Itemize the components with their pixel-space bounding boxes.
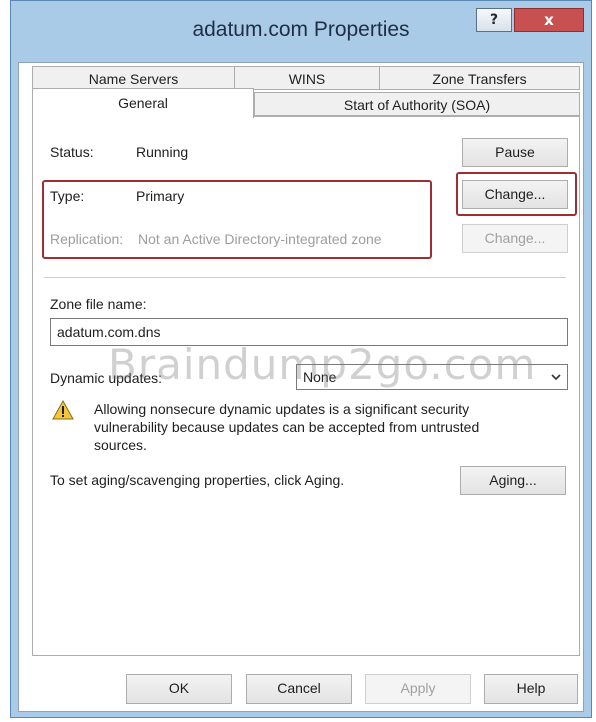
apply-button[interactable]: Apply — [365, 674, 471, 704]
tab-general[interactable]: General — [32, 88, 254, 118]
help-button[interactable]: Help — [484, 674, 578, 704]
close-button[interactable]: x — [514, 8, 584, 32]
replication-change-button[interactable]: Change... — [462, 224, 568, 253]
tab-name-servers[interactable]: Name Servers — [32, 66, 235, 90]
watermark-text: Braindump2go.com — [108, 340, 537, 389]
chevron-down-icon — [551, 374, 561, 381]
aging-instruction: To set aging/scavenging properties, clic… — [50, 472, 345, 488]
section-divider — [44, 277, 566, 278]
help-title-button[interactable]: ? — [476, 8, 512, 32]
tab-start-of-authority[interactable]: Start of Authority (SOA) — [254, 92, 580, 116]
status-label: Status: — [50, 144, 94, 160]
replication-value: Not an Active Directory-integrated zone — [138, 231, 382, 247]
pause-button[interactable]: Pause — [462, 138, 568, 167]
tab-wins[interactable]: WINS — [234, 66, 380, 90]
status-value: Running — [136, 144, 189, 160]
type-change-button[interactable]: Change... — [462, 180, 568, 209]
warning-icon — [52, 400, 74, 420]
replication-label: Replication: — [50, 231, 124, 247]
type-label: Type: — [50, 188, 85, 204]
tab-zone-transfers[interactable]: Zone Transfers — [379, 66, 580, 90]
type-value: Primary — [136, 188, 185, 204]
type-replication-highlight — [42, 180, 432, 259]
ok-button[interactable]: OK — [126, 674, 232, 704]
aging-button[interactable]: Aging... — [460, 466, 566, 495]
zone-file-label: Zone file name: — [50, 296, 147, 312]
warning-message: Allowing nonsecure dynamic updates is a … — [94, 401, 480, 453]
cancel-button[interactable]: Cancel — [246, 674, 352, 704]
